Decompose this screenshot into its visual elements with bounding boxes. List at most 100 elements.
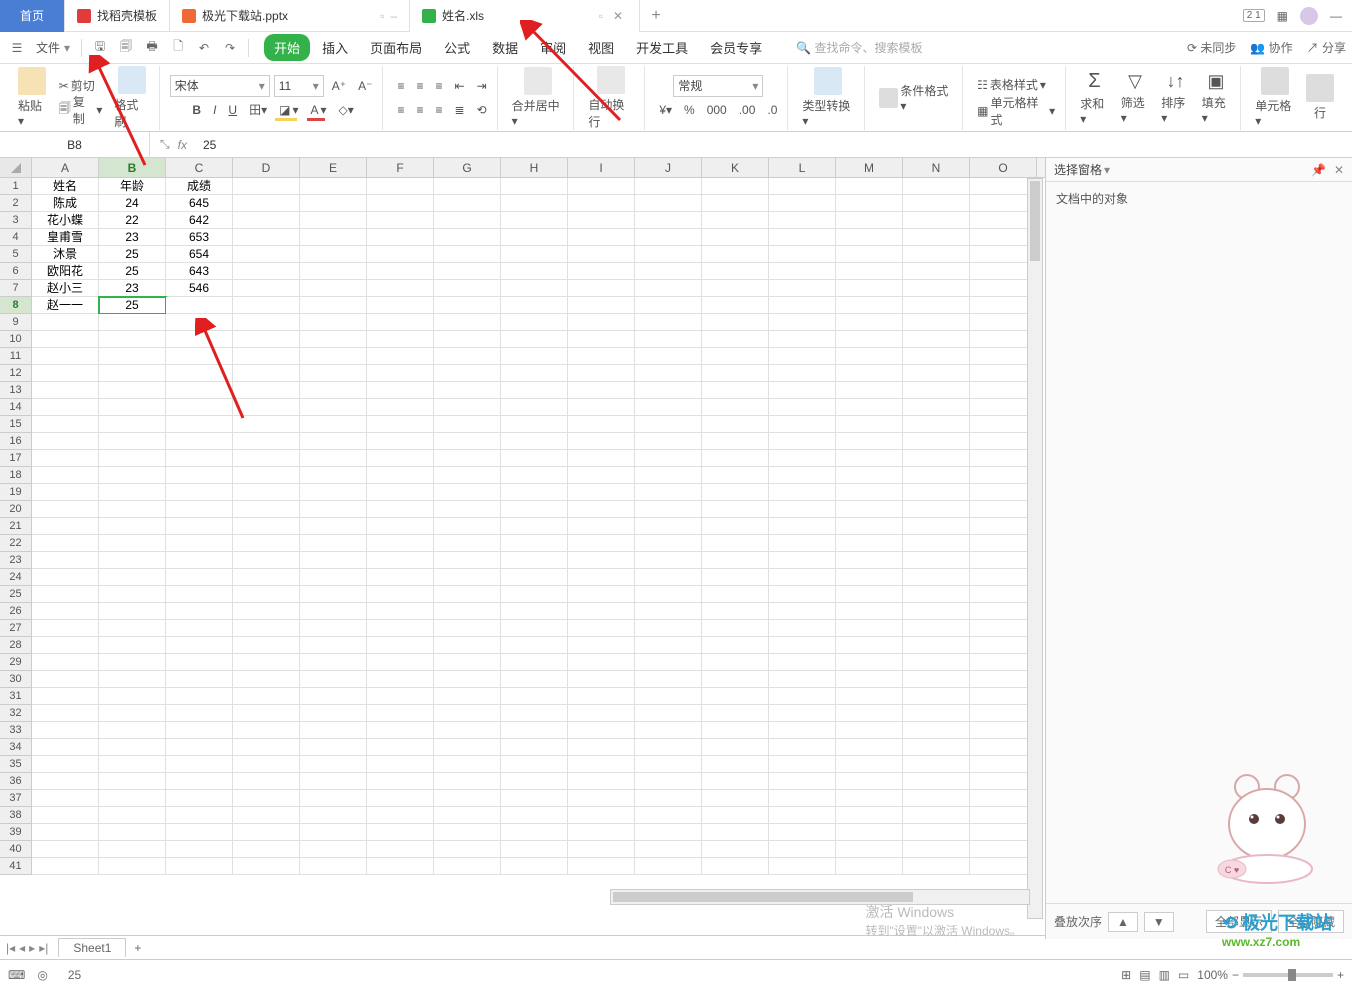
- menu-view[interactable]: 视图: [578, 34, 624, 61]
- cell[interactable]: [233, 790, 300, 807]
- cell[interactable]: [769, 705, 836, 722]
- cell[interactable]: [166, 688, 233, 705]
- cell[interactable]: 陈成: [32, 195, 99, 212]
- cell[interactable]: [702, 229, 769, 246]
- cell-button[interactable]: 单元格▾: [1251, 67, 1298, 128]
- cell[interactable]: [99, 654, 166, 671]
- formula-input[interactable]: 25: [197, 138, 1352, 152]
- cell[interactable]: [501, 501, 568, 518]
- cell[interactable]: [568, 637, 635, 654]
- cell[interactable]: [836, 297, 903, 314]
- cell[interactable]: [769, 535, 836, 552]
- cell[interactable]: [568, 671, 635, 688]
- cell[interactable]: [635, 807, 702, 824]
- phonetic-icon[interactable]: ◇▾: [335, 99, 358, 121]
- cell[interactable]: [769, 722, 836, 739]
- cell[interactable]: [501, 603, 568, 620]
- cell[interactable]: [434, 586, 501, 603]
- cell[interactable]: [233, 450, 300, 467]
- cell[interactable]: [434, 824, 501, 841]
- bold-icon[interactable]: B: [188, 99, 205, 121]
- cell[interactable]: [635, 229, 702, 246]
- cell[interactable]: [166, 722, 233, 739]
- cell[interactable]: [166, 807, 233, 824]
- row-header[interactable]: 19: [0, 484, 32, 501]
- cell[interactable]: [702, 637, 769, 654]
- cell[interactable]: [367, 841, 434, 858]
- row-header[interactable]: 1: [0, 178, 32, 195]
- row-header[interactable]: 14: [0, 399, 32, 416]
- tab-home[interactable]: 首页: [0, 0, 65, 32]
- row-header[interactable]: 12: [0, 365, 32, 382]
- cell[interactable]: [702, 416, 769, 433]
- cell[interactable]: [434, 382, 501, 399]
- cell[interactable]: [635, 212, 702, 229]
- cell[interactable]: [166, 467, 233, 484]
- cell[interactable]: [568, 467, 635, 484]
- cell[interactable]: [166, 450, 233, 467]
- tab-xls-active[interactable]: 姓名.xls ▫ ✕: [410, 0, 640, 32]
- cell[interactable]: [702, 178, 769, 195]
- cell[interactable]: [501, 280, 568, 297]
- cell[interactable]: [836, 535, 903, 552]
- cell[interactable]: [367, 416, 434, 433]
- cell[interactable]: [568, 484, 635, 501]
- cell[interactable]: [568, 297, 635, 314]
- cell[interactable]: [702, 331, 769, 348]
- cell[interactable]: [836, 705, 903, 722]
- cell[interactable]: [99, 841, 166, 858]
- cell[interactable]: [836, 501, 903, 518]
- cell[interactable]: [836, 365, 903, 382]
- cell[interactable]: [434, 314, 501, 331]
- fontsize-combo[interactable]: 11▾: [274, 75, 324, 97]
- col-header[interactable]: H: [501, 158, 568, 177]
- cell[interactable]: [300, 688, 367, 705]
- cell[interactable]: [568, 314, 635, 331]
- cell[interactable]: [635, 195, 702, 212]
- cell[interactable]: [32, 722, 99, 739]
- cell[interactable]: [501, 331, 568, 348]
- cell[interactable]: [367, 722, 434, 739]
- cell[interactable]: [99, 450, 166, 467]
- menu-icon[interactable]: ☰: [6, 37, 28, 59]
- cell[interactable]: [99, 858, 166, 875]
- menu-review[interactable]: 审阅: [530, 34, 576, 61]
- cell[interactable]: [434, 399, 501, 416]
- cell[interactable]: [501, 620, 568, 637]
- cell[interactable]: [434, 603, 501, 620]
- cell[interactable]: [501, 365, 568, 382]
- cell[interactable]: [702, 484, 769, 501]
- cell[interactable]: [300, 654, 367, 671]
- cell[interactable]: [501, 773, 568, 790]
- cell[interactable]: [300, 671, 367, 688]
- cell[interactable]: [166, 297, 233, 314]
- cell[interactable]: [501, 824, 568, 841]
- cell[interactable]: [367, 467, 434, 484]
- cell[interactable]: [702, 348, 769, 365]
- cell[interactable]: [635, 620, 702, 637]
- cell[interactable]: [769, 212, 836, 229]
- cell[interactable]: [568, 569, 635, 586]
- collab-button[interactable]: 👥 协作: [1250, 39, 1292, 56]
- menu-formula[interactable]: 公式: [434, 34, 480, 61]
- cell[interactable]: [702, 569, 769, 586]
- cell[interactable]: [32, 382, 99, 399]
- cell[interactable]: 姓名: [32, 178, 99, 195]
- cell[interactable]: [769, 824, 836, 841]
- fill-color-icon[interactable]: ◪▾: [275, 99, 302, 121]
- cell[interactable]: [233, 603, 300, 620]
- sheet-tab[interactable]: Sheet1: [58, 938, 126, 957]
- cell[interactable]: [635, 348, 702, 365]
- cell[interactable]: [702, 688, 769, 705]
- cell[interactable]: [501, 637, 568, 654]
- col-header[interactable]: D: [233, 158, 300, 177]
- cell[interactable]: [434, 365, 501, 382]
- cell[interactable]: [300, 637, 367, 654]
- cell[interactable]: [32, 450, 99, 467]
- cell[interactable]: [99, 688, 166, 705]
- cell[interactable]: [903, 263, 970, 280]
- cell[interactable]: [769, 671, 836, 688]
- cell[interactable]: [836, 603, 903, 620]
- cell[interactable]: [635, 365, 702, 382]
- indent-inc-icon[interactable]: ⇥: [473, 75, 491, 97]
